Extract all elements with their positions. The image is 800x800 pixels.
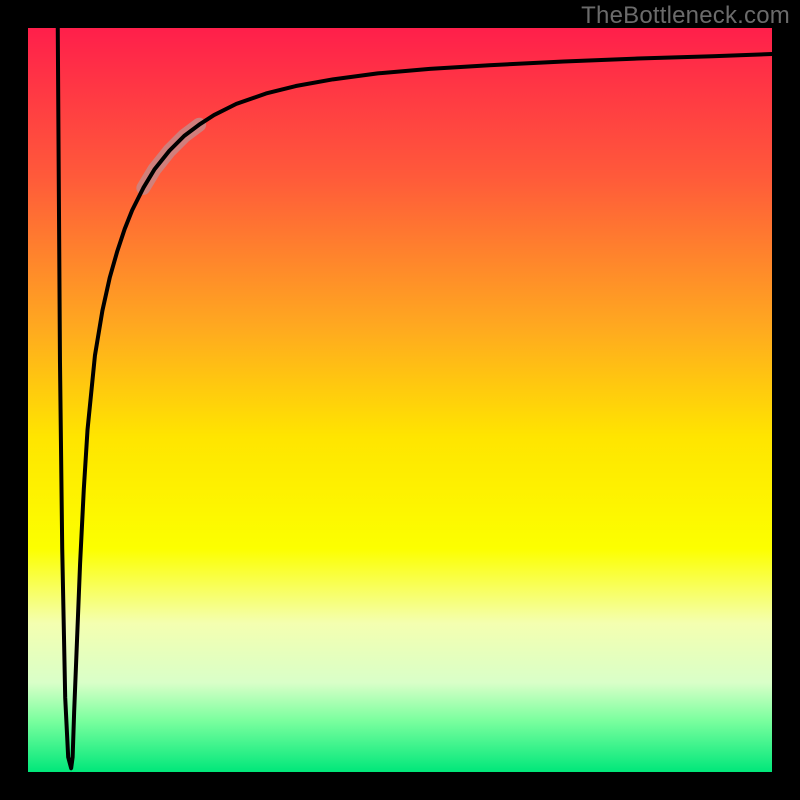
chart-container: TheBottleneck.com bbox=[0, 0, 800, 800]
plot-background bbox=[28, 28, 772, 772]
plot-area bbox=[14, 14, 786, 786]
watermark-text: TheBottleneck.com bbox=[581, 2, 790, 30]
bottleneck-chart bbox=[0, 0, 800, 800]
